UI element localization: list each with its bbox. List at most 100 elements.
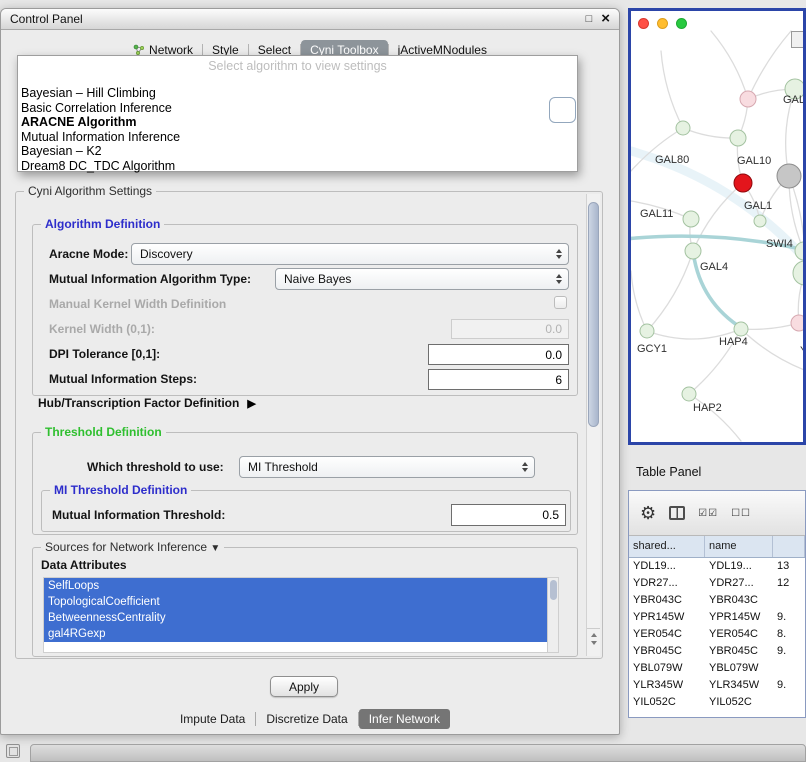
network-node[interactable] [793, 261, 803, 285]
minimize-traffic-light-icon[interactable] [657, 18, 668, 29]
algorithm-option[interactable]: Bayesian – K2 [18, 144, 577, 159]
table-row[interactable]: YER054CYER054C8. [629, 626, 805, 643]
sources-group-title[interactable]: Sources for Network Inference ▼ [41, 540, 224, 554]
column-header-extra[interactable] [773, 536, 805, 557]
scroll-down-icon[interactable] [591, 641, 597, 645]
network-node[interactable] [685, 243, 701, 259]
settings-scrollbar-arrows[interactable] [587, 628, 600, 654]
collapsed-panel-bar[interactable] [30, 744, 806, 762]
algorithm-popup-options: Bayesian – Hill ClimbingBasic Correlatio… [18, 86, 577, 173]
network-node-label: SWI4 [766, 238, 793, 250]
gear-icon[interactable]: ⚙ [640, 504, 656, 522]
table-cell: YBR045C [705, 643, 773, 660]
attributes-list-items: SelfLoopsTopologicalCoefficientBetweenne… [44, 578, 558, 642]
network-node[interactable] [734, 174, 752, 192]
network-node[interactable] [754, 215, 766, 227]
attribute-list-item[interactable]: TopologicalCoefficient [44, 594, 548, 610]
cyni-algorithm-settings-title: Cyni Algorithm Settings [24, 184, 156, 198]
tab-infer-network[interactable]: Infer Network [359, 709, 450, 729]
control-panel-titlebar[interactable]: Control Panel □ × [1, 9, 619, 30]
close-window-icon[interactable]: × [601, 14, 610, 24]
cyni-algorithm-settings-group: Cyni Algorithm Settings Algorithm Defini… [15, 191, 603, 659]
network-node-label: Y [800, 345, 803, 357]
table-row[interactable]: YIL052CYIL052C [629, 694, 805, 711]
attributes-list-scrollbar[interactable] [547, 578, 558, 652]
table-cell [773, 694, 805, 711]
aracne-mode-label: Aracne Mode: [49, 247, 128, 261]
float-window-icon[interactable]: □ [586, 13, 593, 25]
dpi-tolerance-field[interactable]: 0.0 [428, 344, 569, 365]
table-row[interactable]: YBR045CYBR045C9. [629, 643, 805, 660]
which-threshold-select[interactable]: MI Threshold [239, 456, 535, 478]
network-node-label: GAL [783, 94, 803, 106]
network-node[interactable] [740, 91, 756, 107]
network-node[interactable] [777, 164, 801, 188]
tab-impute-data[interactable]: Impute Data [170, 709, 255, 729]
settings-scrollbar[interactable] [586, 194, 600, 656]
network-node-label: GAL10 [737, 155, 771, 167]
table-row[interactable]: YBL079WYBL079W [629, 660, 805, 677]
attributes-list[interactable]: SelfLoopsTopologicalCoefficientBetweenne… [43, 577, 559, 653]
attribute-list-item[interactable]: SelfLoops [44, 578, 548, 594]
table-row[interactable]: YDR27...YDR27...12 [629, 575, 805, 592]
network-node[interactable] [683, 211, 699, 227]
algorithm-option[interactable]: ARACNE Algorithm [18, 115, 577, 130]
table-row[interactable]: YBR043CYBR043C [629, 592, 805, 609]
algorithm-option[interactable]: Basic Correlation Inference [18, 101, 577, 116]
dpi-tolerance-label: DPI Tolerance [0,1]: [49, 347, 160, 361]
network-node[interactable] [682, 387, 696, 401]
mi-steps-field[interactable]: 6 [428, 369, 569, 390]
apply-button[interactable]: Apply [270, 676, 338, 697]
network-node[interactable] [730, 130, 746, 146]
mi-threshold-field[interactable]: 0.5 [451, 504, 566, 526]
deselect-checks-icon[interactable]: ☐☐ [731, 508, 751, 519]
kernel-width-label: Kernel Width (0,1): [49, 322, 155, 336]
scrollbar-thumb[interactable] [550, 580, 557, 600]
mi-threshold-value: 0.5 [542, 508, 559, 522]
network-node[interactable] [640, 324, 654, 338]
network-graph[interactable]: GAL80GALGAL10GAL11GAL1SWI4GAL4GCY1HAP4HA… [631, 11, 803, 442]
table-cell [773, 592, 805, 609]
table-cell: YLR345W [705, 677, 773, 694]
view-corner-box[interactable] [791, 31, 804, 48]
attribute-list-item[interactable]: BetweennessCentrality [44, 610, 548, 626]
network-view-window[interactable]: GAL80GALGAL10GAL11GAL1SWI4GAL4GCY1HAP4HA… [628, 8, 806, 445]
settings-scrollbar-thumb[interactable] [588, 202, 599, 427]
column-header-shared-name[interactable]: shared... [629, 536, 705, 557]
attribute-list-item[interactable]: gal4RGexp [44, 626, 548, 642]
algorithm-option[interactable]: Bayesian – Hill Climbing [18, 86, 577, 101]
table-cell: 9. [773, 643, 805, 660]
select-all-checks-icon[interactable]: ☑☑ [698, 508, 718, 519]
columns-icon[interactable] [669, 506, 685, 520]
data-attributes-label: Data Attributes [41, 558, 127, 572]
zoom-traffic-light-icon[interactable] [676, 18, 687, 29]
hub-definition-toggle[interactable]: Hub/Transcription Factor Definition ▶ [38, 396, 256, 410]
table-row[interactable]: YDL19...YDL19...13 [629, 558, 805, 575]
algorithm-option[interactable]: Dream8 DC_TDC Algorithm [18, 159, 577, 174]
network-node[interactable] [734, 322, 748, 336]
combo-arrows-icon [522, 462, 528, 472]
network-edge [711, 31, 748, 99]
table-cell: YBR043C [629, 592, 705, 609]
table-cell: YPR145W [629, 609, 705, 626]
manual-kernel-width-checkbox[interactable] [554, 296, 567, 309]
table-row[interactable]: YLR345WYLR345W9. [629, 677, 805, 694]
scroll-up-icon[interactable] [591, 633, 597, 637]
column-header-name[interactable]: name [705, 536, 773, 557]
panel-corner-button[interactable] [6, 744, 20, 758]
table-row[interactable]: YPR145WYPR145W9. [629, 609, 805, 626]
tab-discretize-data[interactable]: Discretize Data [256, 709, 357, 729]
network-node[interactable] [791, 315, 803, 331]
table-cell: YDL19... [629, 558, 705, 575]
kernel-width-value: 0.0 [545, 322, 562, 336]
aracne-mode-select[interactable]: Discovery [131, 243, 569, 265]
network-node[interactable] [676, 121, 690, 135]
close-traffic-light-icon[interactable] [638, 18, 649, 29]
table-cell: YER054C [629, 626, 705, 643]
mi-steps-value: 6 [555, 373, 562, 387]
algorithm-option[interactable]: Mutual Information Inference [18, 130, 577, 145]
combo-arrows-icon [556, 249, 562, 259]
mi-algorithm-type-select[interactable]: Naive Bayes [275, 268, 569, 290]
aracne-mode-value: Discovery [140, 247, 193, 261]
kernel-width-field[interactable]: 0.0 [451, 319, 569, 339]
